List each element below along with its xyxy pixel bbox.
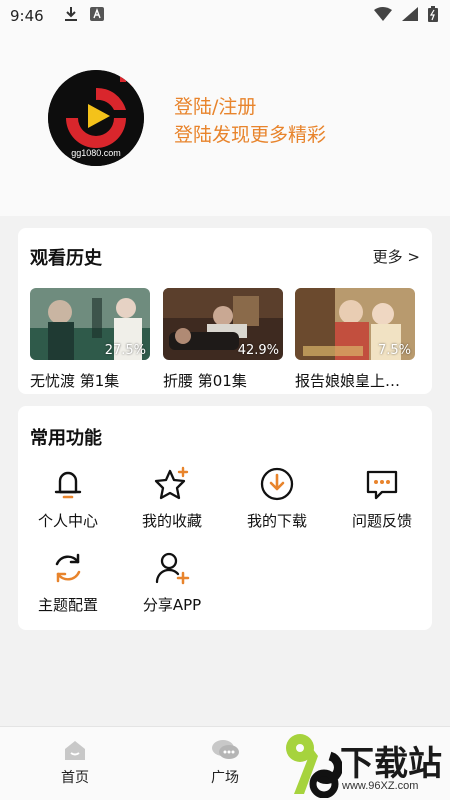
feedback-button[interactable]: 问题反馈: [332, 464, 432, 531]
func-label: 主题配置: [37, 596, 98, 614]
func-label: 我的收藏: [141, 512, 202, 530]
history-item-title[interactable]: 报告娘娘皇上…: [295, 370, 417, 391]
wifi-icon: [374, 7, 392, 25]
history-progress: 7.5%: [377, 343, 411, 358]
watermark-text: 下载站: [340, 744, 442, 784]
download-icon: [64, 6, 78, 26]
refresh-icon: [55, 553, 81, 583]
watermark-url: www.96XZ.com: [342, 780, 419, 792]
chat-bubble-icon: [366, 470, 398, 500]
a-badge-icon: [89, 7, 104, 25]
watermark-logo-icon: [286, 734, 342, 798]
signal-icon: [402, 7, 418, 25]
nav-label: 广场: [211, 770, 239, 786]
common-functions-card: 常用功能 个人中心 我的收藏 我的下载 问题反馈 主题配置 分享APP: [18, 406, 432, 630]
home-icon: [65, 741, 85, 760]
login-subtitle[interactable]: 登陆发现更多精彩: [174, 120, 326, 147]
status-time: 9:46: [10, 7, 44, 25]
history-title: 观看历史: [30, 248, 102, 269]
theme-settings-button[interactable]: 主题配置: [18, 548, 118, 615]
functions-title: 常用功能: [30, 428, 102, 449]
add-user-icon: [155, 552, 190, 585]
download-circle-icon: [260, 467, 294, 501]
history-progress: 27.5%: [104, 343, 146, 358]
func-label: 个人中心: [37, 512, 98, 530]
watch-history-card: 观看历史 更多 > 27.5% 无忧渡 第1集 42.9% 折腰 第01集 7.…: [18, 228, 432, 394]
history-thumb[interactable]: 27.5%: [30, 288, 150, 360]
func-label: 分享APP: [142, 596, 202, 614]
status-bar: 9:46: [0, 0, 450, 32]
history-progress: 42.9%: [237, 343, 279, 358]
chat-icon: [212, 740, 239, 759]
login-register-link[interactable]: 登陆/注册: [174, 92, 256, 119]
history-thumb[interactable]: 42.9%: [163, 288, 283, 360]
history-thumb[interactable]: 7.5%: [295, 288, 415, 360]
history-item-title[interactable]: 无忧渡 第1集: [30, 370, 152, 391]
profile-header: gg1080.com 登陆/注册 登陆发现更多精彩: [0, 32, 450, 216]
battery-icon: [428, 6, 438, 26]
my-favorites-button[interactable]: 我的收藏: [122, 464, 222, 531]
history-more-link[interactable]: 更多 >: [373, 246, 420, 267]
share-app-button[interactable]: 分享APP: [122, 548, 222, 615]
bell-icon: [54, 471, 82, 499]
avatar-caption: gg1080.com: [71, 148, 121, 158]
func-label: 我的下载: [246, 512, 307, 530]
star-icon: [154, 466, 189, 500]
history-item-title[interactable]: 折腰 第01集: [163, 370, 285, 391]
my-downloads-button[interactable]: 我的下载: [227, 464, 327, 531]
func-label: 问题反馈: [351, 512, 412, 530]
watermark: 下载站 www.96XZ.com: [278, 730, 450, 800]
nav-label: 首页: [61, 770, 89, 786]
personal-center-button[interactable]: 个人中心: [18, 464, 118, 531]
nav-square[interactable]: 广场: [195, 737, 255, 787]
nav-home[interactable]: 首页: [45, 737, 105, 787]
avatar[interactable]: gg1080.com: [48, 70, 144, 166]
